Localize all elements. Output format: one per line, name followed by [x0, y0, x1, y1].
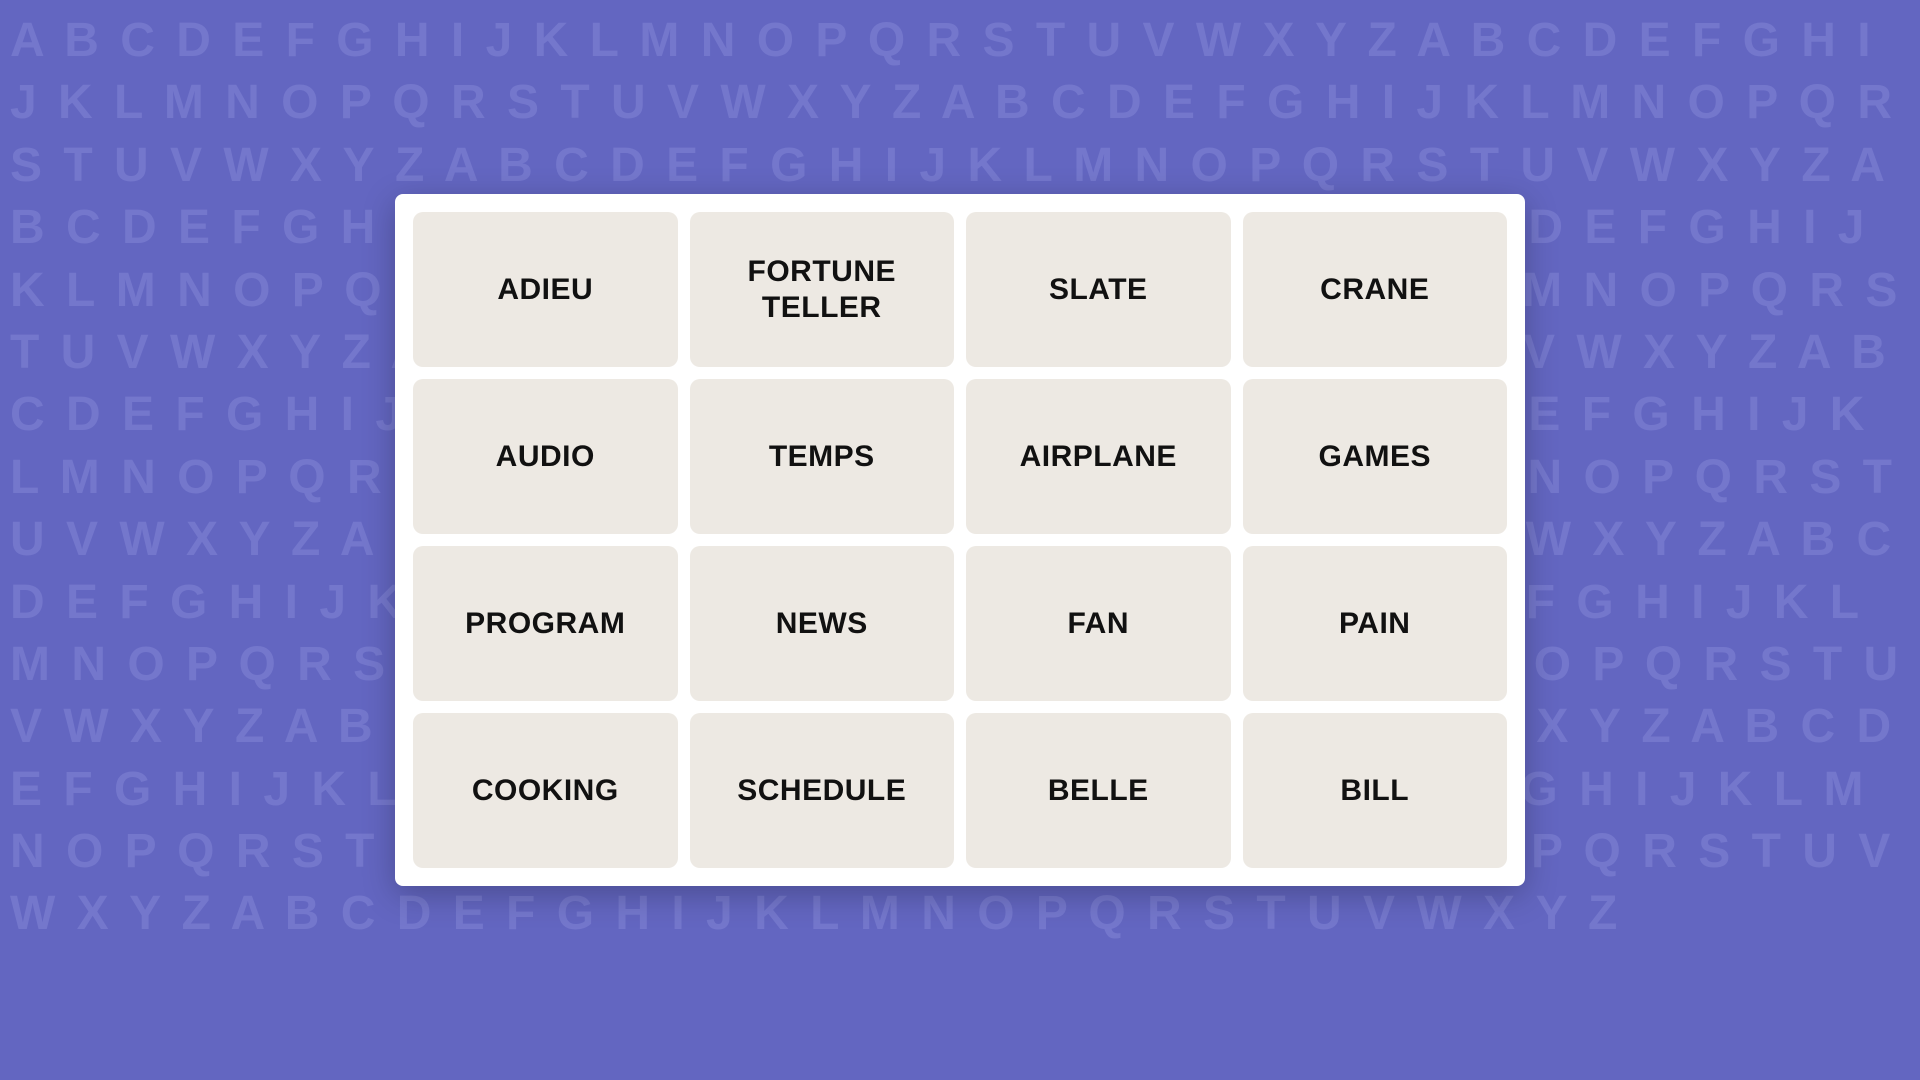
card-label-fortune-teller: FORTUNE TELLER [690, 254, 955, 326]
card-label-crane: CRANE [1320, 272, 1429, 308]
card-label-news: NEWS [776, 606, 868, 642]
card-program[interactable]: PROGRAM [413, 546, 678, 701]
card-fan[interactable]: FAN [966, 546, 1231, 701]
card-bill[interactable]: BILL [1243, 713, 1508, 868]
card-label-schedule: SCHEDULE [737, 773, 906, 809]
card-belle[interactable]: BELLE [966, 713, 1231, 868]
card-slate[interactable]: SLATE [966, 212, 1231, 367]
card-panel: ADIEU FORTUNE TELLER SLATE CRANE AUDIO TEMPS A… [395, 194, 1525, 886]
card-label-pain: PAIN [1339, 606, 1410, 642]
card-label-slate: SLATE [1049, 272, 1148, 308]
card-games[interactable]: GAMES [1243, 379, 1508, 534]
card-airplane[interactable]: AIRPLANE [966, 379, 1231, 534]
card-news[interactable]: NEWS [690, 546, 955, 701]
card-pain[interactable]: PAIN [1243, 546, 1508, 701]
word-grid: ADIEU FORTUNE TELLER SLATE CRANE AUDIO TEMPS A… [413, 212, 1507, 868]
card-label-program: PROGRAM [465, 606, 625, 642]
card-schedule[interactable]: SCHEDULE [690, 713, 955, 868]
card-label-bill: BILL [1340, 773, 1409, 809]
card-label-fan: FAN [1068, 606, 1130, 642]
card-label-audio: AUDIO [496, 439, 595, 475]
card-label-adieu: ADIEU [497, 272, 593, 308]
card-label-cooking: COOKING [472, 773, 619, 809]
card-fortune-teller[interactable]: FORTUNE TELLER [690, 212, 955, 367]
card-label-temps: TEMPS [769, 439, 875, 475]
card-adieu[interactable]: ADIEU [413, 212, 678, 367]
card-label-games: GAMES [1318, 439, 1431, 475]
card-label-airplane: AIRPLANE [1020, 439, 1177, 475]
card-crane[interactable]: CRANE [1243, 212, 1508, 367]
card-audio[interactable]: AUDIO [413, 379, 678, 534]
card-label-belle: BELLE [1048, 773, 1149, 809]
card-cooking[interactable]: COOKING [413, 713, 678, 868]
card-temps[interactable]: TEMPS [690, 379, 955, 534]
